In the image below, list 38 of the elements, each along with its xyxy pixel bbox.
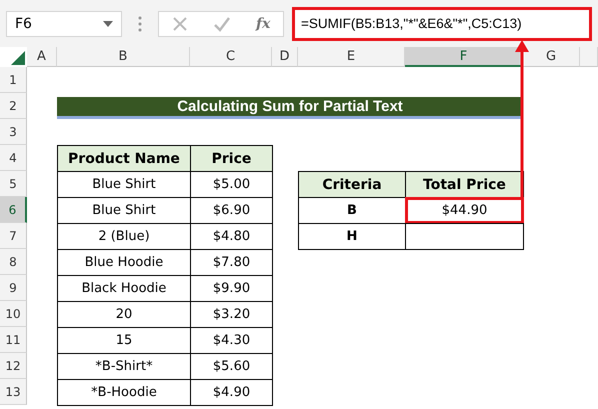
title-banner: Calculating Sum for Partial Text — [57, 97, 523, 119]
row-header[interactable]: 13 — [0, 379, 27, 405]
table-cell: *B-Hoodie — [57, 379, 191, 406]
row-header[interactable]: 2 — [0, 93, 27, 119]
column-header[interactable]: C — [190, 47, 272, 67]
insert-function-button[interactable]: fx — [256, 16, 270, 32]
row-header[interactable]: 4 — [0, 145, 27, 171]
table-cell: H — [298, 223, 406, 250]
drag-handle-icon[interactable] — [138, 16, 142, 32]
row-header[interactable]: 3 — [0, 119, 27, 145]
row-header[interactable]: 8 — [0, 249, 27, 275]
column-header[interactable]: A — [27, 47, 57, 67]
row-header[interactable]: 10 — [0, 301, 27, 327]
column-header[interactable]: D — [272, 47, 298, 67]
column-header[interactable]: F — [405, 47, 523, 67]
column-header[interactable] — [580, 47, 598, 67]
table-cell: $44.90 — [405, 197, 524, 224]
row-header[interactable]: 12 — [0, 353, 27, 379]
caret-icon — [103, 20, 113, 26]
column-heading: Criteria — [298, 171, 406, 198]
row-header[interactable]: 9 — [0, 275, 27, 301]
row-header[interactable]: 6 — [0, 197, 27, 223]
formula-field[interactable]: =SUMIF(B5:B13,"*"&E6&"*",C5:C13) — [292, 6, 592, 40]
column-heading: Total Price — [405, 171, 524, 198]
column-heading: Product Name — [57, 145, 191, 172]
column-header[interactable]: B — [57, 47, 190, 67]
column-heading: Price — [190, 145, 273, 172]
table-cell: $4.90 — [190, 379, 273, 406]
row-header[interactable]: 7 — [0, 223, 27, 249]
column-header[interactable]: E — [298, 47, 405, 67]
column-header[interactable]: G — [523, 47, 580, 67]
row-header[interactable]: 5 — [0, 171, 27, 197]
select-all-icon[interactable] — [11, 51, 25, 65]
row-header[interactable]: 1 — [0, 67, 27, 93]
cancel-icon[interactable] — [172, 16, 188, 32]
checkmark-icon[interactable] — [212, 16, 231, 32]
name-box[interactable]: F6 — [6, 10, 122, 36]
row-header[interactable]: 11 — [0, 327, 27, 353]
